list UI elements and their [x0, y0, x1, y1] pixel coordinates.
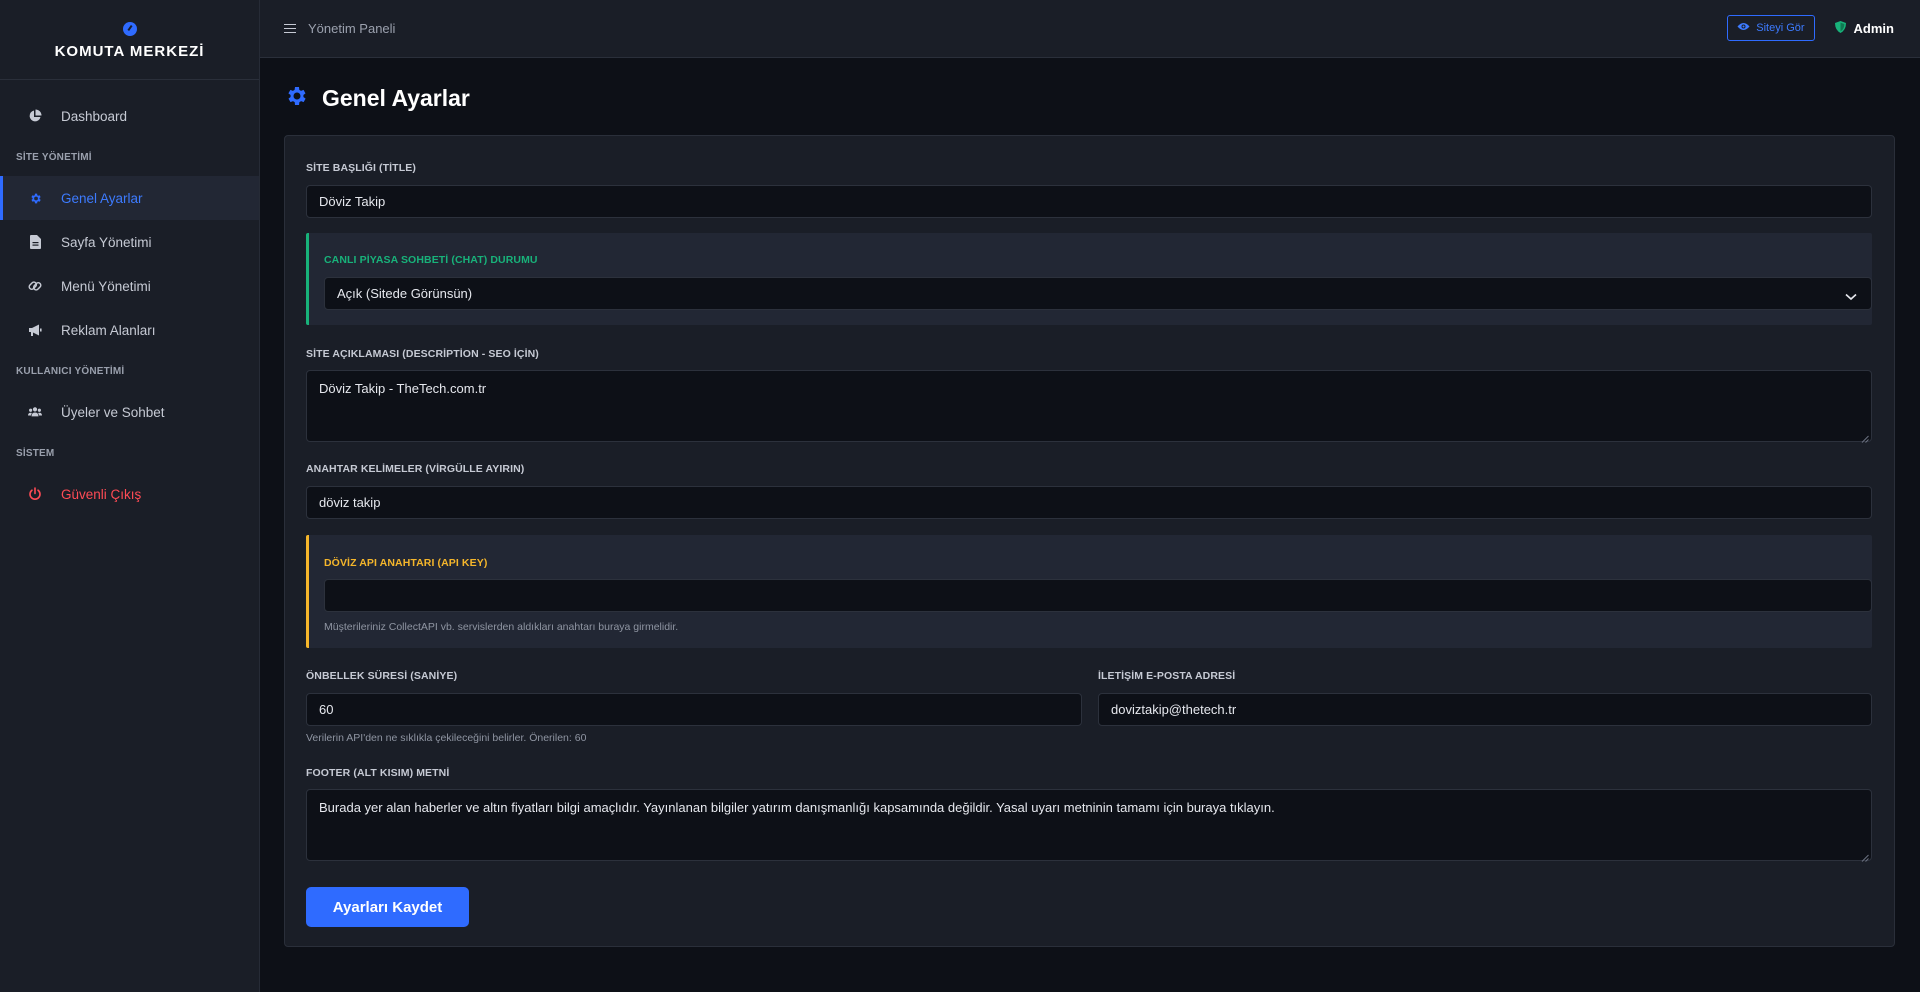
chat-status-value: Açık (Sitede Görünsün)	[337, 286, 473, 301]
keywords-input[interactable]: döviz takip	[306, 486, 1872, 519]
sidebar-item-members[interactable]: Üyeler ve Sohbet	[0, 390, 259, 434]
footer-label: FOOTER (ALT KISIM) METNİ	[306, 767, 450, 779]
resize-handle-icon[interactable]	[1861, 431, 1869, 443]
sidebar-item-menus[interactable]: Menü Yönetimi	[0, 264, 259, 308]
brand[interactable]: KOMUTA MERKEZİ	[0, 0, 259, 80]
email-input[interactable]: doviztakip@thetech.tr	[1098, 693, 1872, 726]
cache-help: Verilerin API'den ne sıklıkla çekileceği…	[306, 732, 587, 744]
power-icon	[28, 487, 42, 501]
sidebar-item-logout[interactable]: Güvenli Çıkış	[0, 472, 259, 516]
sidebar-item-label: Genel Ayarlar	[61, 190, 143, 206]
sidebar-nav: Dashboard SİTE YÖNETİMİ Genel Ayarlar Sa…	[0, 80, 259, 516]
cache-label: ÖNBELLEK SÜRESİ (SANİYE)	[306, 670, 458, 682]
api-key-panel: DÖVİZ API ANAHTARI (API KEY) Müşterileri…	[306, 535, 1872, 648]
link-icon	[28, 279, 42, 293]
keywords-label: ANAHTAR KELİMELER (VİRGÜLLE AYIRIN)	[306, 463, 525, 475]
users-icon	[28, 405, 42, 419]
description-textarea[interactable]: Döviz Takip - TheTech.com.tr	[306, 370, 1872, 443]
api-key-input[interactable]	[324, 579, 1872, 612]
description-value: Döviz Takip - TheTech.com.tr	[319, 381, 487, 396]
sidebar-item-general-settings[interactable]: Genel Ayarlar	[0, 176, 259, 220]
sidebar-item-label: Menü Yönetimi	[61, 278, 151, 294]
site-title-input[interactable]: Döviz Takip	[306, 185, 1872, 218]
resize-handle-icon[interactable]	[1861, 850, 1869, 862]
sidebar-item-dashboard[interactable]: Dashboard	[0, 94, 259, 138]
sidebar-item-label: Sayfa Yönetimi	[61, 234, 152, 250]
gauge-icon	[122, 21, 137, 36]
email-label: İLETİŞİM E-POSTA ADRESİ	[1098, 670, 1236, 682]
chat-status-select[interactable]: Açık (Sitede Görünsün)	[324, 277, 1872, 310]
pie-chart-icon	[28, 109, 42, 123]
sidebar-item-pages[interactable]: Sayfa Yönetimi	[0, 220, 259, 264]
topbar-title: Yönetim Paneli	[308, 21, 396, 36]
save-settings-button[interactable]: Ayarları Kaydet	[306, 887, 469, 927]
sidebar-item-label: Üyeler ve Sohbet	[61, 404, 165, 420]
settings-form: SİTE BAŞLIĞI (TİTLE) Döviz Takip CANLI P…	[284, 135, 1895, 947]
nav-section-users: KULLANICI YÖNETİMİ	[16, 365, 125, 377]
megaphone-icon	[28, 323, 42, 337]
gear-icon	[28, 191, 42, 205]
sidebar-item-label: Dashboard	[61, 108, 128, 124]
view-site-label: Siteyi Gör	[1756, 22, 1805, 34]
shield-icon	[1834, 20, 1846, 36]
sidebar-item-ads[interactable]: Reklam Alanları	[0, 308, 259, 352]
nav-section-site: SİTE YÖNETİMİ	[16, 151, 92, 163]
site-title-label: SİTE BAŞLIĞI (TİTLE)	[306, 162, 416, 174]
topbar-actions: Siteyi Gör Admin	[1727, 15, 1894, 41]
page-header: Genel Ayarlar	[284, 84, 470, 113]
gear-icon	[284, 84, 308, 113]
api-key-label: DÖVİZ API ANAHTARI (API KEY)	[324, 557, 488, 569]
eye-icon	[1737, 22, 1750, 34]
description-label: SİTE AÇIKLAMASI (DESCRİPTİON - SEO İÇİN)	[306, 348, 539, 360]
cache-input[interactable]: 60	[306, 693, 1082, 726]
api-key-help: Müşterileriniz CollectAPI vb. servislerd…	[324, 621, 679, 633]
footer-value: Burada yer alan haberler ve altın fiyatl…	[319, 800, 1275, 815]
brand-title: KOMUTA MERKEZİ	[54, 42, 205, 60]
admin-user[interactable]: Admin	[1834, 20, 1894, 36]
chat-status-label: CANLI PİYASA SOHBETİ (CHAT) DURUMU	[324, 254, 538, 266]
page-title: Genel Ayarlar	[322, 85, 470, 111]
sidebar-item-label: Reklam Alanları	[61, 322, 156, 338]
sidebar-item-label: Güvenli Çıkış	[61, 486, 142, 502]
view-site-button[interactable]: Siteyi Gör	[1727, 15, 1815, 41]
menu-toggle-icon[interactable]	[284, 23, 296, 34]
chevron-down-icon	[1845, 289, 1857, 304]
sidebar: KOMUTA MERKEZİ Dashboard SİTE YÖNETİMİ G…	[0, 0, 260, 992]
nav-section-system: SİSTEM	[16, 447, 55, 459]
chat-status-panel: CANLI PİYASA SOHBETİ (CHAT) DURUMU Açık …	[306, 233, 1872, 325]
topbar: Yönetim Paneli Siteyi Gör Admin	[260, 0, 1920, 58]
admin-name: Admin	[1853, 20, 1894, 36]
footer-textarea[interactable]: Burada yer alan haberler ve altın fiyatl…	[306, 789, 1872, 862]
file-icon	[28, 235, 42, 249]
